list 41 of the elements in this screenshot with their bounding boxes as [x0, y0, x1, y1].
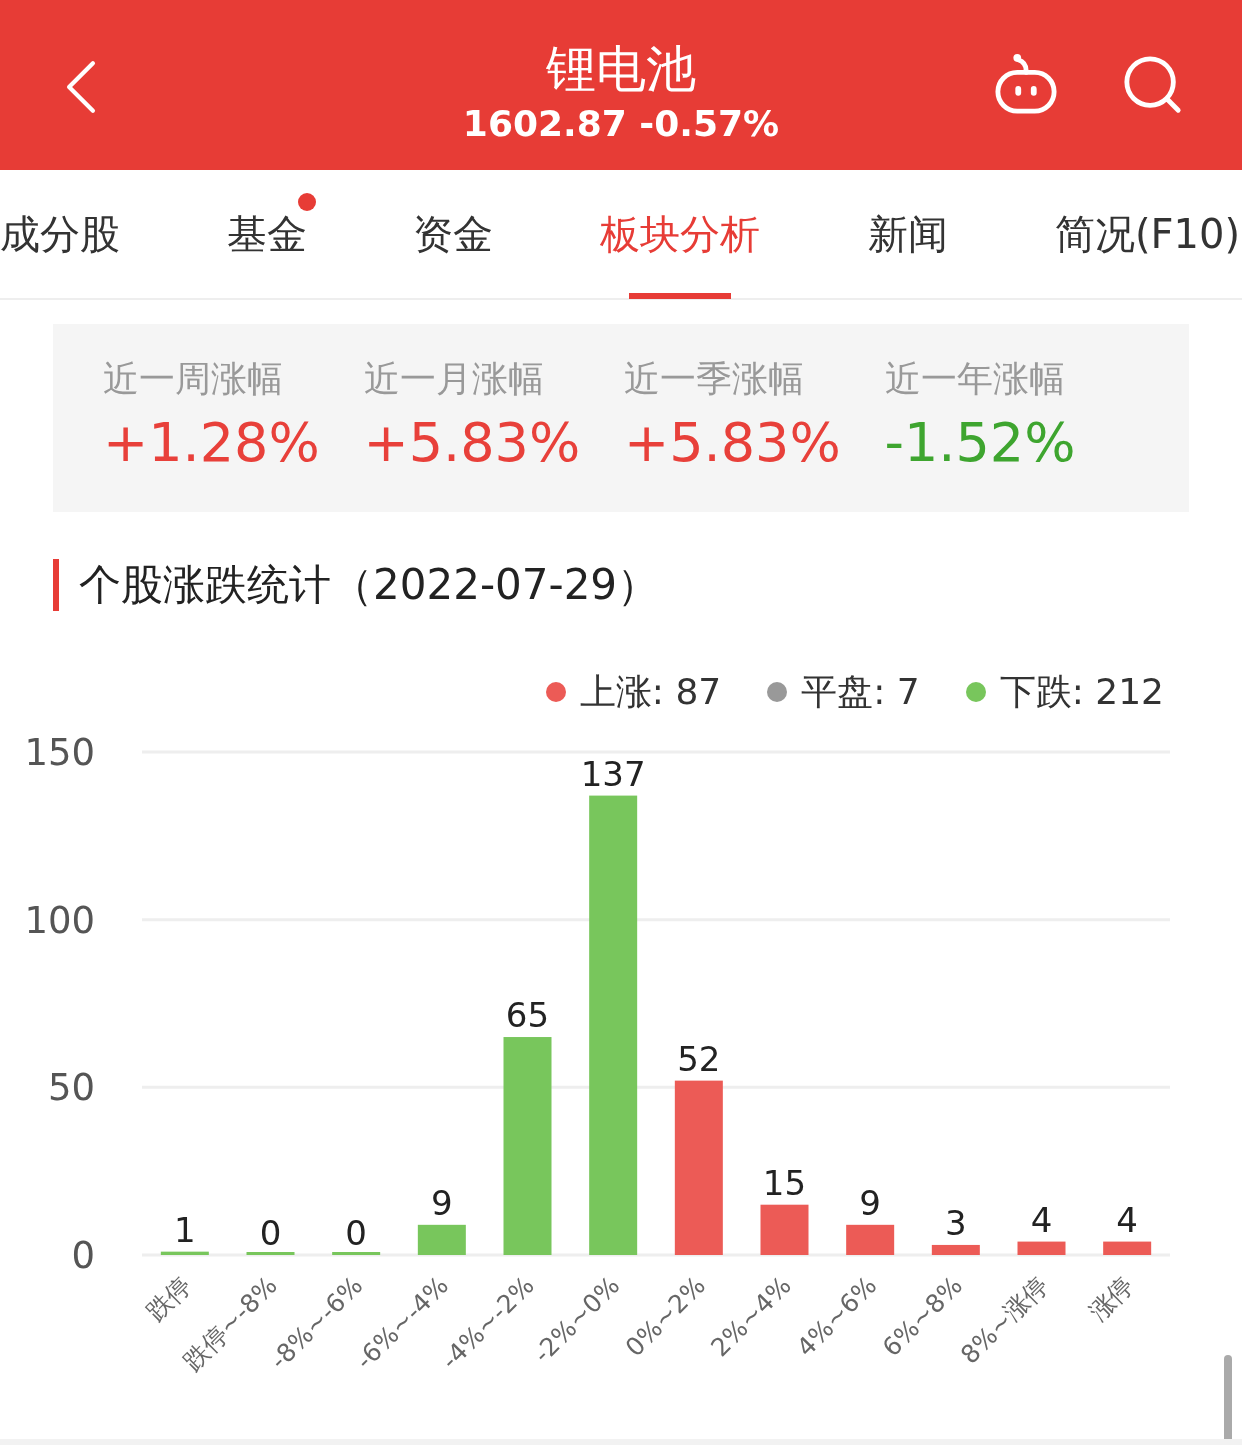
tab[interactable]: 成分股	[0, 169, 122, 299]
section-title: 个股涨跌统计（2022-07-29）	[79, 559, 660, 611]
stat-label: 近一年涨幅	[884, 357, 1065, 401]
bar-value-label: 0	[345, 1213, 367, 1253]
search-icon[interactable]	[1122, 54, 1184, 116]
stat-value: +1.28%	[103, 410, 320, 476]
stat-label: 近一季涨幅	[624, 357, 804, 401]
bar-value-label: 4	[1116, 1199, 1138, 1240]
stat-value: -1.52%	[884, 410, 1076, 476]
tab[interactable]: 基金	[122, 169, 412, 299]
legend-label: 上涨: 87	[579, 669, 722, 714]
robot-icon[interactable]	[994, 53, 1058, 117]
stat-label: 近一月涨幅	[363, 357, 544, 401]
stat-value: +5.83%	[624, 410, 841, 476]
index-quote: 1602.87 -0.57%	[462, 102, 780, 146]
legend-label: 平盘: 7	[801, 669, 920, 714]
bar-value-label: 9	[859, 1182, 881, 1223]
bar-value-label: 4	[1030, 1199, 1053, 1240]
bar-value-label: 9	[431, 1182, 453, 1223]
bar-value-label: 0	[259, 1213, 282, 1253]
tab[interactable]: 简况(F10)	[950, 169, 1240, 299]
tab[interactable]: 新闻	[866, 169, 950, 299]
tab[interactable]: 板块分析	[494, 169, 866, 299]
bar-value-label: 1	[174, 1209, 196, 1250]
bar-value-label: 52	[677, 1038, 721, 1079]
y-axis-label: 150	[24, 731, 95, 774]
x-axis-label: 涨停	[1083, 1270, 1140, 1327]
tab[interactable]: 资金	[412, 169, 494, 299]
bar-value-label: 15	[762, 1162, 807, 1203]
y-axis-label: 50	[47, 1066, 95, 1110]
x-axis-label: 跌停	[141, 1270, 198, 1327]
y-axis-label: 100	[24, 898, 95, 942]
stat-value: +5.83%	[363, 410, 581, 476]
stat-label: 近一周涨幅	[103, 357, 283, 401]
bar-value-label: 65	[505, 995, 550, 1036]
page-title: 锂电池	[546, 39, 696, 100]
bar-value-label: 3	[945, 1202, 967, 1243]
y-axis-label: 0	[71, 1234, 95, 1277]
legend-label: 下跌: 212	[999, 669, 1164, 714]
bar-value-label: 137	[580, 753, 646, 794]
section-marker	[53, 559, 59, 611]
